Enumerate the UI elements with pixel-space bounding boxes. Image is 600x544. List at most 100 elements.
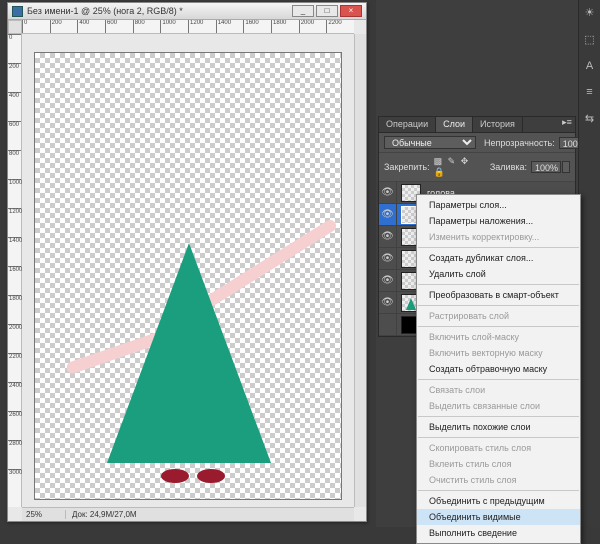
brightness-icon[interactable]: ☀ (585, 6, 595, 19)
shape-foot-2 (197, 469, 225, 483)
ruler-tick: 1000 (8, 179, 21, 208)
visibility-toggle[interactable] (379, 314, 397, 335)
menu-item: Растрировать слой (417, 308, 580, 324)
ruler-vertical[interactable]: 0200400600800100012001400160018002000220… (8, 34, 22, 507)
document-window: Без имени-1 @ 25% (нога 2, RGB/8) * _ □ … (7, 2, 367, 522)
ruler-tick: 600 (8, 121, 21, 150)
blend-mode-select[interactable]: Обычные (384, 136, 476, 149)
ruler-tick: 2800 (8, 440, 21, 469)
ruler-tick: 1000 (160, 20, 188, 33)
paragraph-icon[interactable]: ≡ (586, 86, 592, 98)
ruler-tick: 1800 (271, 20, 299, 33)
fill-value[interactable]: 100% (531, 161, 561, 173)
menu-item[interactable]: Параметры слоя... (417, 197, 580, 213)
ruler-tick: 1400 (216, 20, 244, 33)
ruler-horizontal[interactable]: 0200400600800100012001400160018002000220… (22, 20, 354, 34)
ruler-tick: 400 (8, 92, 21, 121)
menu-item: Изменить корректировку... (417, 229, 580, 245)
ruler-tick: 3000 (8, 469, 21, 498)
ruler-tick: 1600 (243, 20, 271, 33)
app-icon (12, 6, 23, 17)
ruler-tick: 400 (77, 20, 105, 33)
menu-item: Выделить связанные слои (417, 398, 580, 414)
lock-label: Закрепить: (384, 162, 430, 172)
menu-item[interactable]: Преобразовать в смарт-объект (417, 287, 580, 303)
toggle-icon[interactable]: ⇆ (585, 112, 594, 125)
menu-item: Очистить стиль слоя (417, 472, 580, 488)
scrollbar-vertical[interactable] (354, 34, 366, 507)
ruler-tick: 1600 (8, 266, 21, 295)
status-bar: 25% Док: 24,9M/27,0M (22, 507, 354, 521)
ruler-tick: 2000 (8, 324, 21, 353)
zoom-field[interactable]: 25% (22, 510, 66, 519)
maximize-button[interactable]: □ (316, 5, 338, 17)
swatches-icon[interactable]: ⬚ (584, 33, 594, 46)
menu-item[interactable]: Создать обтравочную маску (417, 361, 580, 377)
shape-triangle (107, 243, 271, 463)
ruler-tick: 2400 (8, 382, 21, 411)
menu-item: Связать слои (417, 382, 580, 398)
doc-info[interactable]: Док: 24,9M/27,0M (66, 510, 137, 519)
visibility-toggle[interactable]: 👁 (379, 270, 397, 291)
menu-item[interactable]: Объединить видимые (417, 509, 580, 525)
ruler-tick: 0 (8, 34, 21, 63)
blend-row: Обычные Непрозрачность: 100% (379, 133, 575, 153)
right-toolbar: ☀ ⬚ A ≡ ⇆ (578, 0, 600, 527)
canvas[interactable] (34, 52, 342, 500)
window-title: Без имени-1 @ 25% (нога 2, RGB/8) * (27, 6, 183, 16)
menu-item[interactable]: Удалить слой (417, 266, 580, 282)
lock-all-icon[interactable]: 🔒 (434, 167, 445, 177)
ruler-tick: 200 (50, 20, 78, 33)
panel-tabs: Операции Слои История ▸≡ (379, 117, 575, 133)
ruler-tick: 800 (133, 20, 161, 33)
menu-item[interactable]: Объединить с предыдущим (417, 493, 580, 509)
lock-transparency-icon[interactable]: ▩ (434, 156, 443, 166)
visibility-toggle[interactable]: 👁 (379, 292, 397, 313)
ruler-tick: 0 (22, 20, 50, 33)
lock-icons[interactable]: ▩ ✎ ✥ 🔒 (434, 156, 482, 178)
menu-item: Включить векторную маску (417, 345, 580, 361)
tab-history[interactable]: История (473, 117, 523, 132)
fill-label: Заливка: (490, 162, 527, 172)
ruler-tick: 2000 (299, 20, 327, 33)
canvas-area[interactable] (22, 34, 354, 507)
ruler-tick: 2200 (326, 20, 354, 33)
document-body: 0200400600800100012001400160018002000220… (8, 20, 366, 521)
menu-item: Включить слой-маску (417, 329, 580, 345)
ruler-tick: 200 (8, 63, 21, 92)
ruler-tick: 2600 (8, 411, 21, 440)
lock-position-icon[interactable]: ✥ (461, 156, 469, 166)
visibility-toggle[interactable]: 👁 (379, 204, 397, 225)
visibility-toggle[interactable]: 👁 (379, 226, 397, 247)
ruler-tick: 1800 (8, 295, 21, 324)
layer-context-menu: Параметры слоя...Параметры наложения...И… (416, 194, 581, 544)
visibility-toggle[interactable]: 👁 (379, 248, 397, 269)
menu-item[interactable]: Выполнить сведение (417, 525, 580, 541)
menu-item[interactable]: Параметры наложения... (417, 213, 580, 229)
close-button[interactable]: × (340, 5, 362, 17)
menu-item: Скопировать стиль слоя (417, 440, 580, 456)
ruler-tick: 800 (8, 150, 21, 179)
titlebar[interactable]: Без имени-1 @ 25% (нога 2, RGB/8) * _ □ … (8, 3, 366, 20)
artwork (35, 53, 341, 499)
menu-item[interactable]: Создать дубликат слоя... (417, 250, 580, 266)
ruler-tick: 1200 (8, 208, 21, 237)
character-icon[interactable]: A (586, 60, 593, 72)
ruler-tick: 600 (105, 20, 133, 33)
tab-actions[interactable]: Операции (379, 117, 436, 132)
visibility-toggle[interactable]: 👁 (379, 182, 397, 203)
ruler-tick: 1200 (188, 20, 216, 33)
lock-pixels-icon[interactable]: ✎ (448, 156, 456, 166)
opacity-label: Непрозрачность: (484, 138, 555, 148)
menu-item[interactable]: Выделить похожие слои (417, 419, 580, 435)
menu-item: Вклеить стиль слоя (417, 456, 580, 472)
minimize-button[interactable]: _ (292, 5, 314, 17)
lock-row: Закрепить: ▩ ✎ ✥ 🔒 Заливка: 100% (379, 153, 575, 182)
fill-dropdown[interactable] (562, 161, 570, 173)
tab-layers[interactable]: Слои (436, 117, 473, 132)
ruler-tick: 2200 (8, 353, 21, 382)
panel-menu-button[interactable]: ▸≡ (559, 117, 575, 132)
shape-foot-1 (161, 469, 189, 483)
ruler-tick: 1400 (8, 237, 21, 266)
ruler-origin[interactable] (8, 20, 22, 34)
